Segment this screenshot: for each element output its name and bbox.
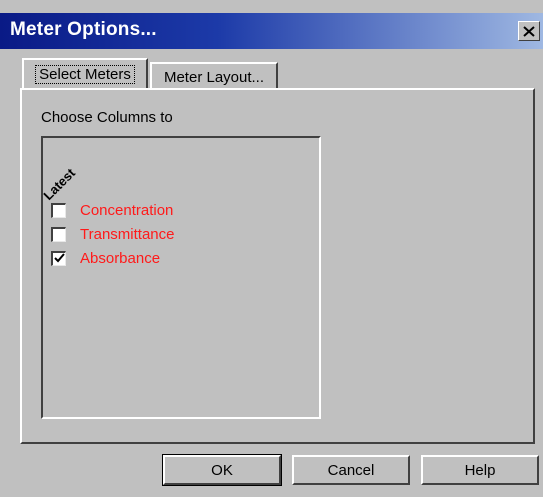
tab-meter-layout[interactable]: Meter Layout...: [150, 62, 278, 90]
close-icon: [523, 25, 535, 37]
tab-meter-layout-label: Meter Layout...: [163, 68, 265, 86]
meter-options-dialog: Meter Options... Select Meters Meter Lay…: [0, 0, 543, 497]
concentration-checkbox[interactable]: [51, 202, 66, 218]
help-button[interactable]: Help: [421, 455, 539, 485]
tab-select-meters[interactable]: Select Meters: [22, 58, 148, 88]
concentration-label: Concentration: [80, 201, 174, 219]
tab-panel: Choose Columns to Latest Concentration T…: [20, 88, 535, 444]
title-bar[interactable]: Meter Options...: [0, 13, 543, 49]
absorbance-label: Absorbance: [80, 249, 161, 267]
transmittance-label: Transmittance: [80, 225, 175, 243]
ok-button[interactable]: OK: [162, 454, 282, 486]
transmittance-checkbox[interactable]: [51, 226, 66, 242]
absorbance-checkbox[interactable]: [51, 250, 66, 266]
checkmark-icon: [54, 252, 65, 262]
columns-list: Latest Concentration Transmittance Absor…: [40, 136, 321, 419]
cancel-button[interactable]: Cancel: [292, 455, 410, 485]
tab-select-meters-label: Select Meters: [35, 64, 135, 84]
choose-columns-label: Choose Columns to: [41, 109, 173, 126]
close-button[interactable]: [518, 21, 540, 41]
option-row-absorbance[interactable]: Absorbance: [51, 248, 160, 268]
option-row-concentration[interactable]: Concentration: [51, 200, 173, 220]
window-title: Meter Options...: [10, 19, 157, 40]
option-row-transmittance[interactable]: Transmittance: [51, 224, 174, 244]
latest-column-header: Latest: [40, 165, 79, 203]
